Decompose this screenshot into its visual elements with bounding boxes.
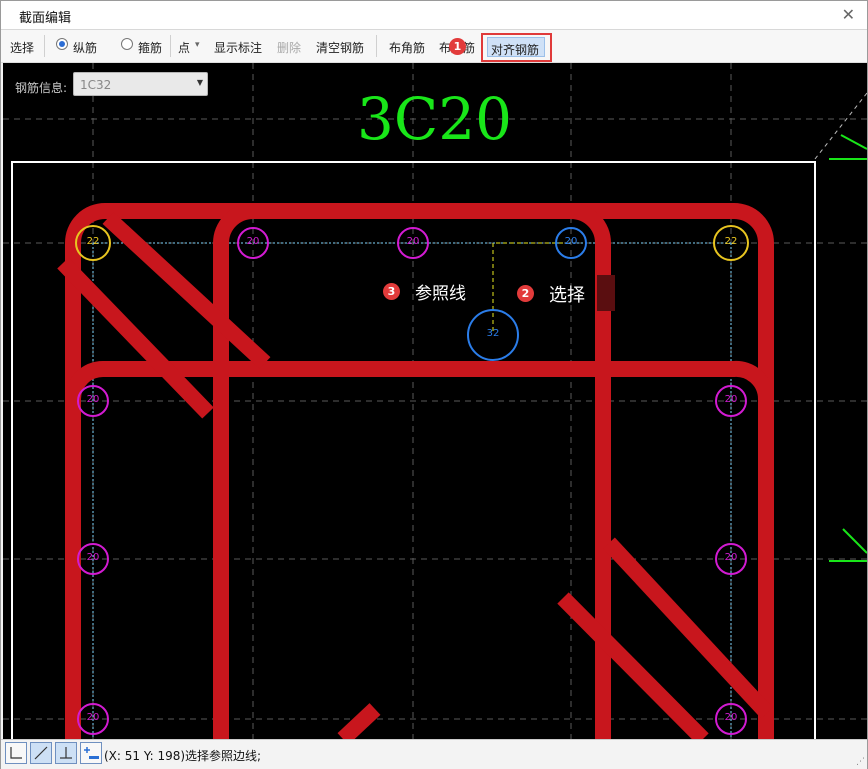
chevron-down-icon: ▼ [196, 78, 203, 87]
corner-snap-icon [10, 747, 22, 759]
selected-segment [597, 275, 615, 311]
perpendicular-button[interactable] [55, 742, 77, 764]
perpendicular-icon [60, 747, 72, 759]
rebar-bar-selected[interactable]: 32 [467, 309, 519, 361]
rebar-bar-right-1[interactable]: 20 [715, 385, 747, 417]
select-tool-button[interactable]: 选择 [10, 39, 34, 56]
rebar-info-select[interactable]: 1C32 ▼ [73, 72, 208, 96]
orthogonal-snap-button[interactable] [5, 742, 27, 764]
bar-size-label: 20 [86, 552, 100, 563]
bar-size-label: 32 [486, 328, 500, 339]
bar-size-label: 20 [246, 236, 260, 247]
drawing-canvas[interactable]: 22 20 20 20 22 32 20 20 20 20 20 20 3C20… [3, 63, 867, 739]
bar-size-label: 20 [86, 394, 100, 405]
section-editor-window: 截面编辑 ✕ 选择 纵筋 箍筋 点 ▾ 显示标注 删除 清空钢筋 布角筋 布边筋… [0, 0, 868, 769]
rebar-bar-left-3[interactable]: 20 [77, 703, 109, 735]
close-icon[interactable]: ✕ [842, 5, 855, 24]
show-label-button[interactable]: 显示标注 [214, 39, 262, 56]
step-badge-3: 3 [383, 283, 400, 300]
bar-size-label: 22 [86, 236, 100, 247]
stirrup-label[interactable]: 箍筋 [138, 39, 162, 56]
chevron-down-icon[interactable]: ▾ [195, 40, 200, 50]
delete-button[interactable]: 删除 [277, 39, 301, 56]
rebar-bar-top-1[interactable]: 20 [237, 227, 269, 259]
green-mark [840, 134, 867, 150]
window-title: 截面编辑 [19, 11, 72, 26]
bar-size-label: 20 [724, 394, 738, 405]
line-tool-button[interactable] [30, 742, 52, 764]
reference-line-callout: 参照线 [415, 284, 466, 304]
rebar-bar-left-1[interactable]: 20 [77, 385, 109, 417]
title-bar: 截面编辑 ✕ [1, 1, 867, 30]
rebar-bar-top-3[interactable]: 20 [555, 227, 587, 259]
rebar-bar-right-3[interactable]: 20 [715, 703, 747, 735]
corner-bars-button[interactable]: 布角筋 [389, 39, 425, 56]
longitudinal-radio[interactable] [56, 38, 68, 50]
bar-size-label: 20 [564, 236, 578, 247]
bar-size-label: 20 [406, 236, 420, 247]
rebar-bar-left-2[interactable]: 20 [77, 543, 109, 575]
rebar-bar-right-2[interactable]: 20 [715, 543, 747, 575]
green-mark [842, 528, 867, 554]
top-bar-label: 3C20 [357, 85, 513, 153]
rebar-bar-corner-tr[interactable]: 22 [713, 225, 749, 261]
rebar-bar-corner-tl[interactable]: 22 [75, 225, 111, 261]
bar-size-label: 20 [86, 712, 100, 723]
plus-minus-icon [84, 747, 99, 759]
select-callout: 选择 [549, 285, 585, 306]
bar-size-label: 20 [724, 712, 738, 723]
step-badge-1: 1 [449, 38, 466, 55]
stirrup-radio[interactable] [121, 38, 133, 50]
bar-size-label: 20 [724, 552, 738, 563]
rebar-info-label: 钢筋信息: [15, 81, 68, 95]
status-text: (X: 51 Y: 198)选择参照边线; [104, 749, 262, 763]
toolbar-divider [44, 35, 45, 57]
longitudinal-label[interactable]: 纵筋 [73, 39, 97, 56]
add-offset-button[interactable] [80, 742, 102, 764]
point-dropdown[interactable]: 点 [178, 39, 190, 56]
rebar-bar-top-2[interactable]: 20 [397, 227, 429, 259]
step-badge-2: 2 [517, 285, 534, 302]
dim-dash [814, 92, 867, 160]
toolbar: 选择 纵筋 箍筋 点 ▾ 显示标注 删除 清空钢筋 布角筋 布边筋 对齐钢筋 1 [1, 30, 867, 63]
bar-size-label: 22 [724, 236, 738, 247]
toolbar-divider [170, 35, 171, 57]
line-icon [34, 746, 48, 760]
toolbar-divider [376, 35, 377, 57]
status-bar: (X: 51 Y: 198)选择参照边线; ⋰ [1, 739, 867, 769]
resize-grip-icon[interactable]: ⋰ [856, 757, 865, 767]
clear-bars-button[interactable]: 清空钢筋 [316, 39, 364, 56]
rebar-info-value: 1C32 [80, 78, 112, 92]
highlight-box [481, 33, 552, 62]
